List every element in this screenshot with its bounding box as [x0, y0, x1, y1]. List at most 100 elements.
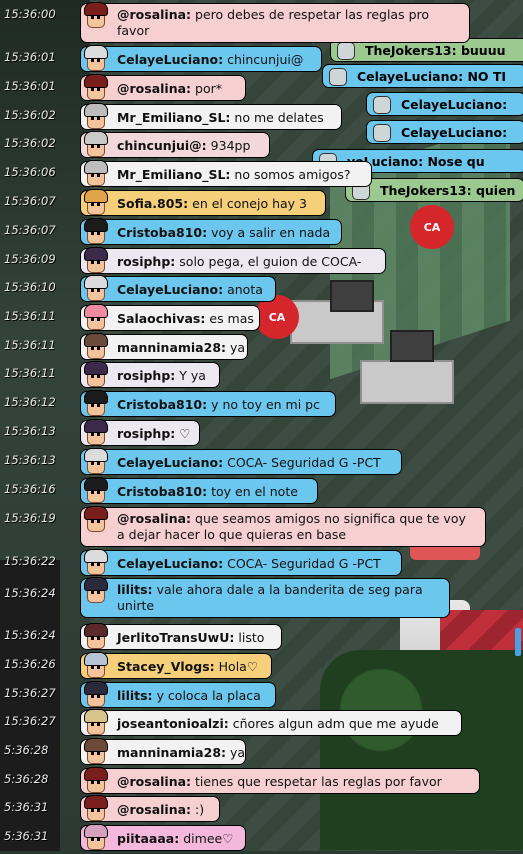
chat-message-bubble[interactable]: @rosalina: pero debes de respetar las reg… — [79, 0, 470, 43]
chat-message-bubble[interactable]: piitaaaa: dimee♡ — [79, 822, 246, 854]
chat-message-bubble[interactable]: lilits: y coloca la placa — [80, 681, 276, 708]
cristoba-avatar-icon[interactable] — [79, 216, 109, 248]
message-timestamp: 15:36:07 — [4, 194, 56, 208]
message-username[interactable]: rosiphp: — [117, 254, 175, 269]
chat-message-bubble[interactable]: lilits: vale ahora dale a la banderita de… — [79, 575, 450, 618]
chat-message-bubble[interactable]: CelayeLuciano: COCA- Seguridad G -PCT — [79, 446, 402, 478]
chat-message-bubble[interactable]: @rosalina: que seamos amigos no significa… — [79, 504, 486, 547]
chat-message-bubble[interactable]: chincunjui@: 934pp — [79, 129, 270, 161]
chat-message-bubble[interactable]: Cristoba810: toy en el note — [79, 475, 318, 507]
celaye-avatar-icon[interactable] — [79, 446, 109, 478]
lilits-avatar-icon[interactable] — [79, 575, 109, 607]
chat-message-bubble[interactable]: CelayeLuciano: COCA- Seguridad G -PCT — [80, 549, 402, 576]
message-username[interactable]: @rosalina: — [117, 7, 191, 22]
message-timestamp: 15:36:02 — [4, 108, 56, 122]
chat-message-bubble[interactable]: Mr_Emiliano_SL: no somos amigos? — [79, 158, 372, 190]
chat-message-bubble[interactable]: rosiphp: ♡ — [79, 417, 200, 449]
message-content: lilits: y coloca la placa — [117, 688, 261, 703]
chat-message-bubble[interactable]: Cristoba810: voy a salir en nada — [79, 216, 342, 248]
message-content: @rosalina: por* — [117, 81, 222, 96]
message-username[interactable]: CelayeLuciano: — [117, 52, 223, 67]
emiliano-avatar-icon[interactable] — [79, 158, 109, 190]
message-username[interactable]: @rosalina: — [117, 802, 191, 817]
message-username[interactable]: Cristoba810: — [117, 397, 207, 412]
message-username[interactable]: rosiphp: — [117, 368, 175, 383]
cristoba-avatar-icon[interactable] — [79, 475, 109, 507]
message-username[interactable]: Cristoba810: — [117, 225, 207, 240]
message-username[interactable]: Cristoba810: — [117, 484, 207, 499]
message-username[interactable]: @rosalina: — [117, 511, 191, 526]
message-content: Salaochivas: es mas — [117, 311, 254, 326]
rosalina-avatar-icon[interactable] — [79, 0, 109, 32]
message-text: listo — [238, 629, 265, 645]
salaochivas-avatar-icon[interactable] — [79, 302, 109, 334]
chat-message-bubble[interactable]: @rosalina::) — [79, 793, 220, 825]
message-username[interactable]: Stacey_Vlogs: — [117, 659, 215, 674]
message-username[interactable]: piitaaaa: — [117, 831, 179, 846]
message-timestamp: 15:36:24 — [4, 628, 56, 642]
message-timestamp: 15:36:06 — [4, 165, 56, 179]
chat-message-bubble[interactable]: CelayeLuciano: anota — [79, 273, 276, 305]
message-username[interactable]: CelayeLuciano: — [117, 282, 223, 297]
message-username[interactable]: lilits: — [117, 688, 153, 703]
message-username[interactable]: Sofia.805: — [117, 196, 188, 211]
message-username[interactable]: rosiphp: — [117, 426, 175, 441]
cristoba-avatar-icon[interactable] — [79, 388, 109, 420]
celaye-avatar-icon[interactable] — [79, 273, 109, 305]
jerlito-avatar-icon[interactable] — [79, 621, 109, 653]
chat-log: 15:36:00 @rosalina: pero debes de respetar… — [0, 0, 523, 851]
message-username[interactable]: JerlitoTransUwU: — [117, 630, 234, 645]
chat-message-bubble[interactable]: manninamia28: ya — [79, 736, 246, 768]
message-content: rosiphp: Y ya — [117, 368, 206, 383]
chat-message-bubble[interactable]: Stacey_Vlogs: Hola♡ — [79, 650, 272, 682]
message-username[interactable]: joseantonioalzi: — [117, 716, 229, 731]
message-text: y no toy en mi pc — [211, 396, 320, 412]
message-text: COCA- Seguridad G -PCT — [227, 555, 381, 571]
message-timestamp: 15:36:01 — [4, 50, 56, 64]
message-username[interactable]: CelayeLuciano: — [117, 556, 223, 571]
message-content: manninamia28: ya — [117, 745, 245, 760]
chat-message-bubble[interactable]: rosiphp: Y ya — [79, 359, 220, 391]
chat-message-bubble[interactable]: joseantonioalzi: cñores algun adm que me … — [79, 707, 462, 739]
celaye-avatar-icon[interactable] — [79, 43, 109, 75]
message-username[interactable]: Mr_Emiliano_SL: — [117, 167, 230, 182]
message-username[interactable]: manninamia28: — [117, 745, 226, 760]
chincunjui-avatar-icon[interactable] — [79, 129, 109, 161]
message-username[interactable]: Salaochivas: — [117, 311, 205, 326]
message-content: piitaaaa: dimee♡ — [117, 831, 233, 846]
rosalina-avatar-icon[interactable] — [79, 72, 109, 104]
message-username[interactable]: chincunjui@: — [117, 138, 207, 153]
chat-message-bubble[interactable]: rosiphp: solo pega, el guion de COCA- — [80, 247, 386, 274]
rosalina-avatar-icon[interactable] — [79, 504, 109, 536]
rosalina-avatar-icon[interactable] — [79, 793, 109, 825]
rosiphp-avatar-icon[interactable] — [79, 417, 109, 449]
rosiphp-avatar-icon[interactable] — [79, 359, 109, 391]
sofia-avatar-icon[interactable] — [79, 187, 109, 219]
chat-message-bubble[interactable]: Salaochivas: es mas — [79, 302, 260, 334]
message-username[interactable]: Mr_Emiliano_SL: — [117, 110, 230, 125]
chat-message-bubble[interactable]: manninamia28: ya — [80, 333, 248, 360]
message-timestamp: 15:36:16 — [4, 482, 56, 496]
chat-message-bubble[interactable]: CelayeLuciano: chincunjui@ — [79, 43, 322, 75]
message-username[interactable]: @rosalina: — [117, 774, 191, 789]
stacey-avatar-icon[interactable] — [79, 650, 109, 682]
message-content: @rosalina::) — [117, 802, 204, 817]
piitaaaa-avatar-icon[interactable] — [79, 822, 109, 854]
message-content: lilits: vale ahora dale a la banderita de… — [117, 582, 441, 614]
chat-message-bubble[interactable]: @rosalina: tienes que respetar las reglas… — [80, 767, 480, 794]
message-username[interactable]: lilits: — [117, 582, 153, 597]
chat-message-bubble[interactable]: JerlitoTransUwU: listo — [79, 621, 282, 653]
message-text: solo pega, el guion de COCA- — [179, 253, 362, 269]
chat-message-bubble[interactable]: Cristoba810: y no toy en mi pc — [79, 388, 336, 420]
jose-avatar-icon[interactable] — [79, 707, 109, 739]
message-username[interactable]: manninamia28: — [117, 340, 226, 355]
chat-message-bubble[interactable]: @rosalina: por* — [79, 72, 246, 104]
message-username[interactable]: CelayeLuciano: — [117, 455, 223, 470]
manninamia-avatar-icon[interactable] — [79, 736, 109, 768]
chat-message-bubble[interactable]: Sofia.805: en el conejo hay 3 — [79, 187, 326, 219]
message-timestamp: 15:36:00 — [4, 7, 56, 21]
message-text: ya — [230, 339, 246, 355]
message-username[interactable]: @rosalina: — [117, 81, 191, 96]
message-timestamp: 15:36:07 — [4, 223, 56, 237]
chat-message-bubble[interactable]: Mr_Emiliano_SL: no me delates — [80, 103, 342, 130]
